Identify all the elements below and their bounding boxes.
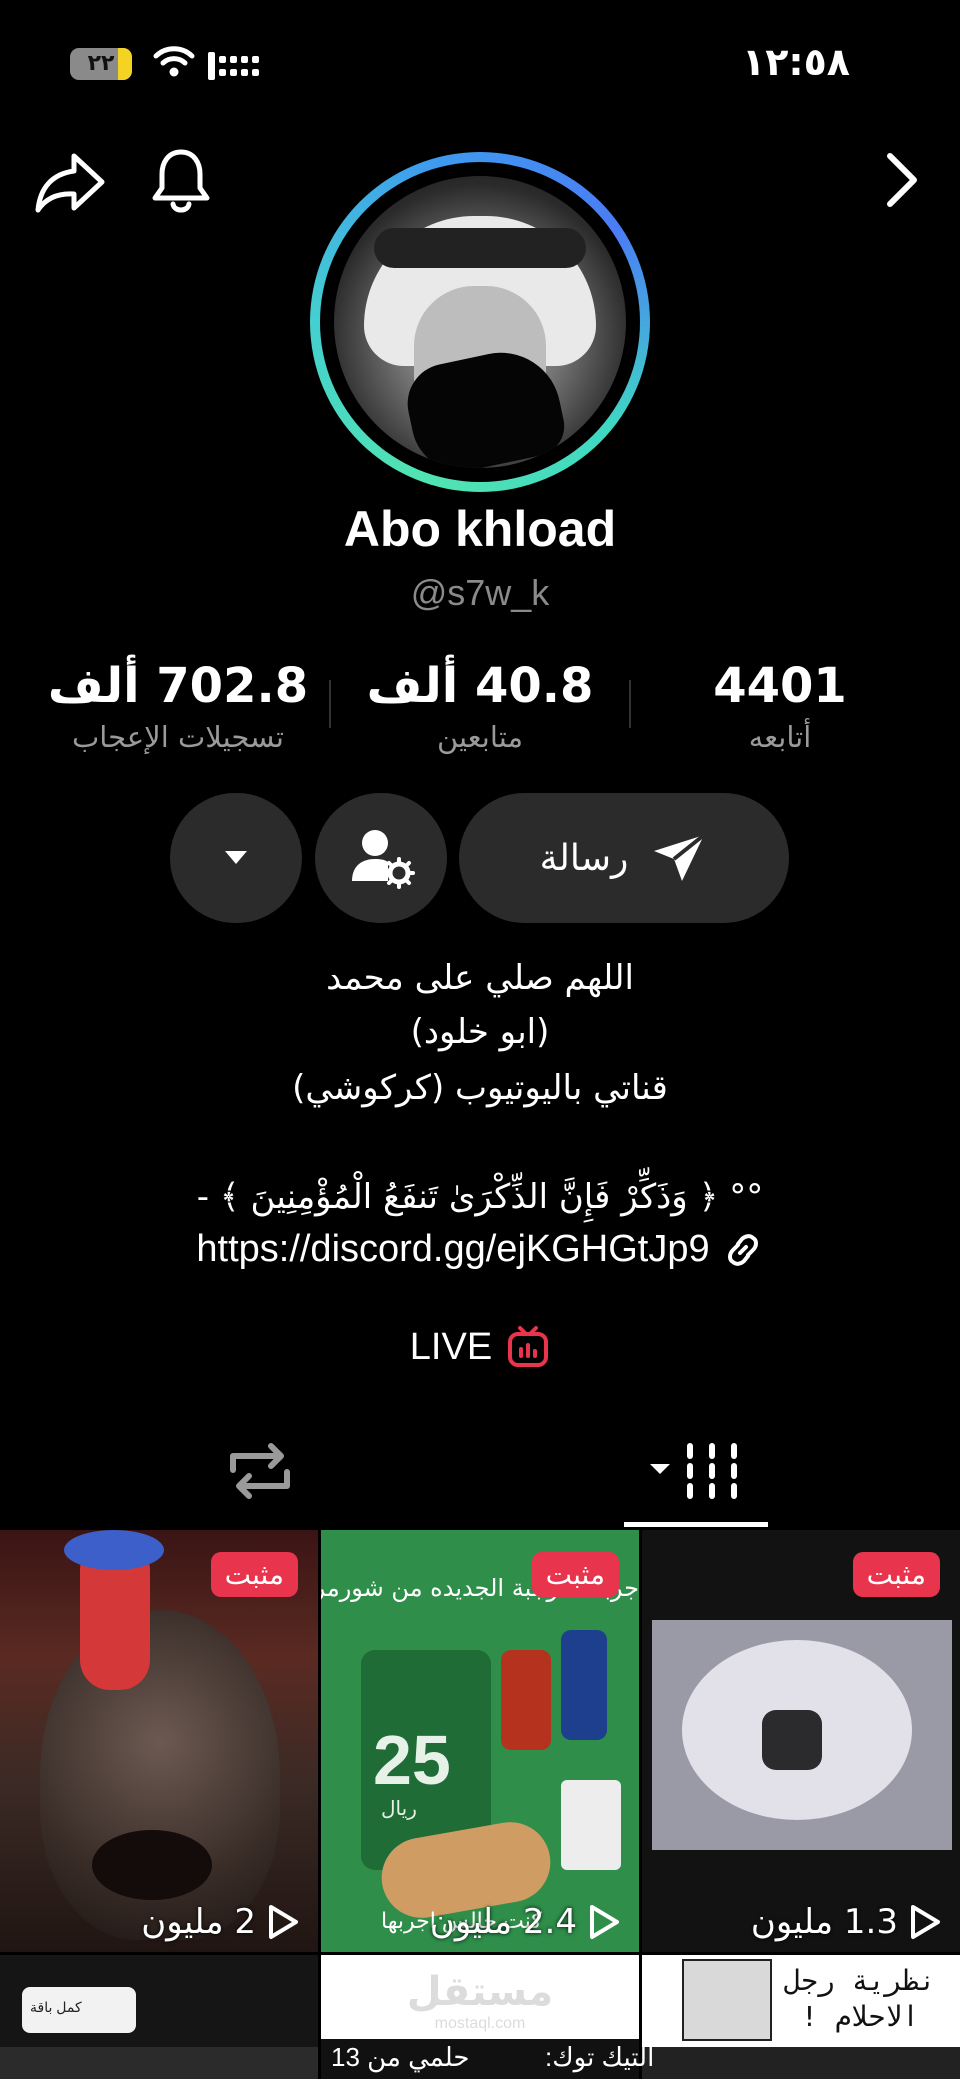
view-count: 2 مليون xyxy=(141,1902,300,1942)
wifi-icon xyxy=(153,46,195,77)
send-icon xyxy=(654,833,706,881)
view-count: 2.4 مليون xyxy=(430,1902,621,1942)
more-dropdown-button[interactable] xyxy=(170,793,302,923)
avatar[interactable] xyxy=(310,152,650,492)
display-name: Abo khload xyxy=(343,501,617,557)
video-caption: التيك توك: xyxy=(545,2042,655,2072)
message-button-label: رسالة xyxy=(539,837,629,879)
video-caption: كمل باقة xyxy=(30,1999,82,2015)
stat-following[interactable]: 4401 أتابعه xyxy=(630,658,930,754)
stat-likes[interactable]: 702.8 ألف تسجيلات الإعجاب xyxy=(28,658,328,754)
bio-line: (ابو خلود) xyxy=(410,1012,550,1052)
stat-followers-label: متابعين xyxy=(436,720,523,754)
video-tile[interactable]: نظرية رجل الاحلام ! xyxy=(642,1955,960,2079)
stat-likes-value: 702.8 ألف xyxy=(47,658,309,714)
caret-down-icon xyxy=(225,851,247,864)
link-icon xyxy=(727,1233,758,1266)
username: @s7w_k xyxy=(410,572,550,613)
stat-following-value: 4401 xyxy=(713,658,847,714)
chevron-right-icon[interactable] xyxy=(884,150,920,210)
bio-link[interactable]: https://discord.gg/ejKGHGtJp9 xyxy=(0,1228,960,1271)
battery-icon: ٢٢ xyxy=(70,48,132,80)
live-tv-icon xyxy=(508,1326,549,1367)
video-tile[interactable]: مثبت 1.3 مليون xyxy=(642,1530,960,1952)
watermark-sub: mostaql.com xyxy=(434,2015,526,2032)
bio-link-text: https://discord.gg/ejKGHGtJp9 xyxy=(196,1228,710,1270)
promo-sub: ريال xyxy=(381,1798,417,1820)
video-tile[interactable]: كمل باقة xyxy=(0,1955,318,2079)
stat-likes-label: تسجيلات الإعجاب xyxy=(72,720,284,754)
video-tile[interactable]: مثبت 2 مليون xyxy=(0,1530,318,1952)
live-badge[interactable]: LIVE xyxy=(0,1325,960,1369)
message-button[interactable]: رسالة xyxy=(459,793,789,923)
play-icon xyxy=(911,1905,940,1939)
live-label: LIVE xyxy=(409,1325,493,1368)
promo-number: 25 xyxy=(373,1721,451,1799)
bio-verse: °° ﴿ وَذَكِّرْ فَإِنَّ الذِّكْرَىٰ تَنفَ… xyxy=(196,1177,764,1217)
stat-followers-value: 40.8 ألف xyxy=(366,658,594,714)
pinned-badge: مثبت xyxy=(531,1552,619,1597)
videos-grid-tab-icon[interactable] xyxy=(648,1440,748,1502)
avatar-photo xyxy=(334,176,626,468)
watermark: مستقل xyxy=(406,1970,554,2014)
pinned-badge: مثبت xyxy=(210,1552,298,1597)
stat-followers[interactable]: 40.8 ألف متابعين xyxy=(330,658,630,754)
video-caption: نظرية رجل الاحلام ! xyxy=(784,1964,936,2033)
battery-level: ٢٢ xyxy=(87,50,115,75)
bio-line: قناتي باليوتيوب (كركوشي) xyxy=(292,1068,668,1108)
active-tab-indicator xyxy=(624,1522,768,1527)
play-icon xyxy=(590,1905,619,1939)
share-icon[interactable] xyxy=(34,150,108,216)
play-icon xyxy=(269,1905,298,1939)
user-gear-icon xyxy=(352,830,415,889)
status-time: ١٢:٥٨ xyxy=(742,40,850,84)
bio-line: اللهم صلي على محمد xyxy=(326,958,634,998)
bell-icon[interactable] xyxy=(150,146,212,218)
pinned-badge: مثبت xyxy=(852,1552,940,1597)
profile-settings-button[interactable] xyxy=(315,793,447,923)
video-caption: حلمي من 13 xyxy=(331,2042,470,2072)
signal-icon xyxy=(208,52,259,80)
video-tile[interactable]: جربت الوجبة الجديده من شورمر 25 ريال مثب… xyxy=(321,1530,639,1952)
repost-tab-icon[interactable] xyxy=(225,1440,295,1502)
stat-following-label: أتابعه xyxy=(748,720,812,754)
view-count: 1.3 مليون xyxy=(751,1902,942,1942)
